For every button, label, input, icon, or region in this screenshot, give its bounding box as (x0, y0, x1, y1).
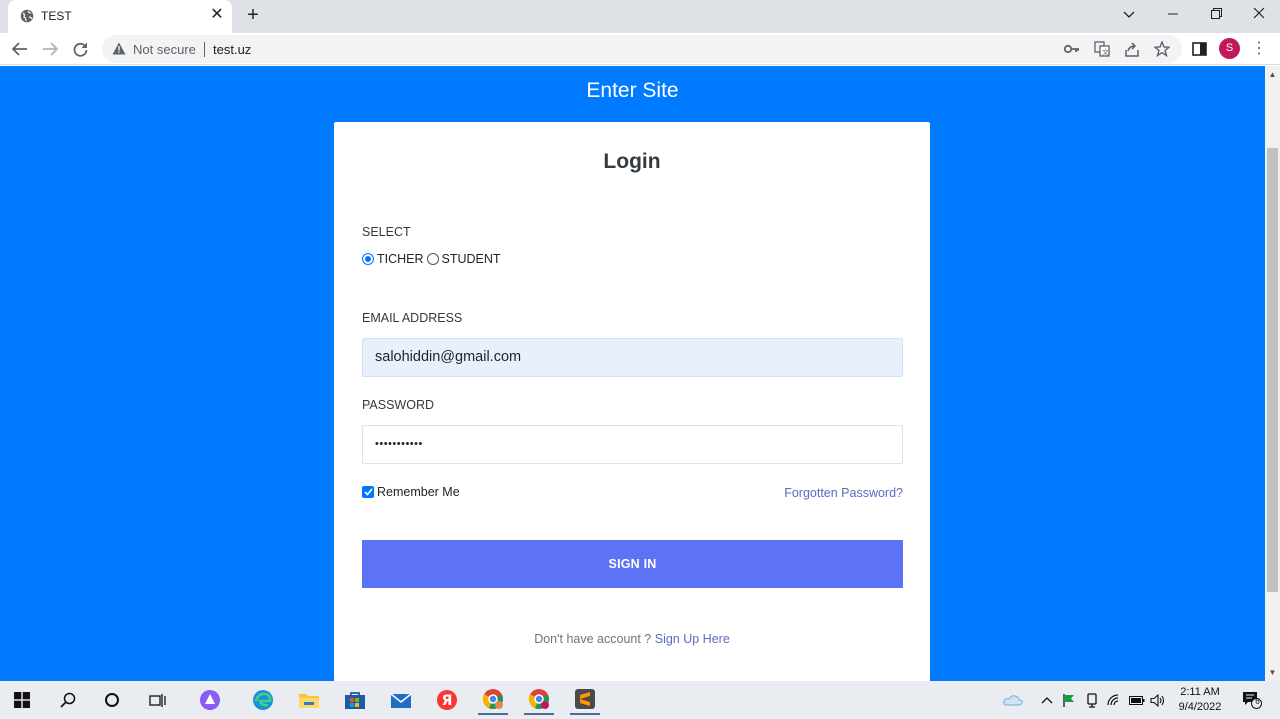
page-viewport: Enter Site Login SELECT TICHER STUDENT E… (0, 66, 1265, 681)
login-title: Login (603, 150, 661, 173)
yandex-browser-icon[interactable]: Я (432, 685, 462, 715)
device-icon[interactable] (1084, 692, 1100, 708)
file-explorer-icon[interactable] (294, 685, 324, 715)
remember-checkbox[interactable] (362, 486, 374, 498)
chevron-up-icon[interactable] (1039, 692, 1055, 708)
sign-in-button[interactable]: SIGN IN (362, 540, 903, 588)
no-account-text: Don't have account ? (534, 632, 655, 646)
clock-date: 9/4/2022 (1178, 701, 1222, 713)
wifi-icon[interactable] (1106, 692, 1122, 708)
reload-icon[interactable] (69, 38, 91, 60)
checkmark-icon (363, 488, 373, 496)
forgot-password-link[interactable]: Forgotten Password? (734, 486, 903, 500)
scrollbar-thumb[interactable] (1267, 148, 1278, 592)
volume-icon[interactable] (1150, 692, 1166, 708)
address-bar[interactable]: Not secure test.uz (102, 35, 1182, 63)
chrome-profile-1-icon[interactable] (478, 685, 508, 715)
url-text[interactable]: test.uz (213, 42, 251, 57)
remember-me[interactable]: Remember Me (362, 485, 460, 499)
back-arrow-icon[interactable] (9, 38, 31, 60)
signup-row: Don't have account ? Sign Up Here (334, 632, 930, 646)
key-icon[interactable] (1063, 40, 1081, 58)
notification-count: 6 (1255, 697, 1260, 706)
password-label: PASSWORD (362, 398, 434, 412)
site-title: Enter Site (586, 79, 679, 102)
browser-tab[interactable]: TEST ✕ (8, 0, 232, 33)
role-radio-group: TICHER STUDENT (362, 252, 501, 266)
taskbar-clock[interactable]: 2:11 AM 9/4/2022 (1170, 685, 1230, 715)
remember-label[interactable]: Remember Me (377, 485, 460, 499)
cortana-icon[interactable] (97, 685, 127, 715)
globe-icon (20, 9, 34, 23)
flag-icon[interactable] (1061, 692, 1077, 708)
security-status[interactable]: Not secure (133, 42, 196, 57)
tab-close-icon[interactable]: ✕ (208, 6, 226, 24)
side-panel-icon[interactable] (1190, 40, 1208, 58)
new-tab-button[interactable]: + (243, 5, 263, 25)
scroll-down-arrow-icon[interactable]: ▼ (1268, 668, 1277, 677)
svg-text:Я: Я (442, 693, 453, 709)
radio-ticher-label[interactable]: TICHER (377, 252, 424, 266)
radio-ticher[interactable] (362, 253, 374, 265)
email-label: EMAIL ADDRESS (362, 311, 463, 325)
login-card: Login SELECT TICHER STUDENT EMAIL ADDRES… (334, 122, 930, 681)
windows-taskbar: Я 2:11 AM 9/4/2022 6 (0, 681, 1280, 719)
mail-icon[interactable] (386, 685, 416, 715)
bookmark-star-icon[interactable] (1153, 40, 1171, 58)
radio-student-label[interactable]: STUDENT (442, 252, 501, 266)
menu-kebab-icon[interactable]: ⋮ (1251, 39, 1267, 59)
select-label: SELECT (362, 225, 411, 239)
alice-assistant-icon[interactable] (195, 685, 225, 715)
microsoft-store-icon[interactable] (340, 685, 370, 715)
page-scrollbar[interactable]: ▲ ▼ (1265, 66, 1280, 681)
svg-text:文: 文 (1102, 48, 1109, 57)
sign-up-link[interactable]: Sign Up Here (655, 632, 730, 646)
email-field[interactable]: salohiddin@gmail.com (362, 338, 903, 377)
profile-avatar[interactable]: S (1219, 38, 1240, 59)
clock-time: 2:11 AM (1180, 686, 1220, 698)
notification-center-icon[interactable]: 6 (1241, 690, 1263, 710)
restore-button[interactable] (1204, 4, 1228, 24)
windows-start-icon[interactable] (7, 685, 37, 715)
sublime-text-icon[interactable] (570, 685, 600, 715)
browser-toolbar: Not secure test.uz 文 S ⋮ (0, 33, 1280, 65)
task-view-icon[interactable] (142, 685, 172, 715)
minimize-button[interactable] (1161, 4, 1185, 24)
chrome-profile-2-icon[interactable] (524, 685, 554, 715)
warning-icon (112, 42, 126, 55)
battery-icon[interactable] (1129, 692, 1145, 708)
scroll-up-arrow-icon[interactable]: ▲ (1268, 70, 1277, 79)
tab-title: TEST (41, 9, 72, 23)
onedrive-icon[interactable] (1002, 692, 1024, 708)
tab-strip: TEST ✕ + (0, 0, 1280, 33)
radio-student[interactable] (426, 253, 439, 265)
password-field[interactable]: ••••••••••• (362, 425, 903, 464)
translate-icon[interactable]: 文 (1093, 40, 1111, 58)
edge-browser-icon[interactable] (248, 685, 278, 715)
forward-arrow-icon[interactable] (39, 38, 61, 60)
omnibox-divider (204, 42, 205, 57)
close-window-button[interactable] (1247, 4, 1271, 24)
search-icon[interactable] (53, 685, 83, 715)
tab-search-icon[interactable] (1117, 4, 1141, 24)
share-icon[interactable] (1123, 40, 1141, 58)
